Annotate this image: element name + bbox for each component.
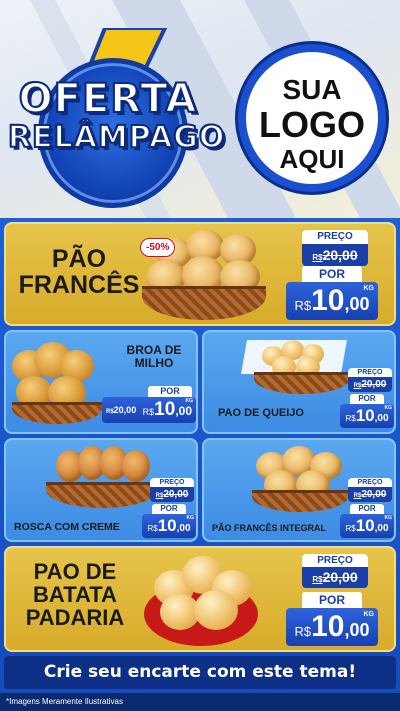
product-title: BROA DE MILHO — [126, 343, 182, 370]
discount-badge: -50% — [140, 238, 176, 257]
unit-label: KG — [384, 405, 393, 411]
header: OFERTA RELÂMPAGO SUA LOGO AQUI — [0, 0, 400, 218]
product-card-pao-de-batata[interactable]: PAO DE BATATA PADARIA PREÇO R$20,00 POR … — [4, 546, 396, 652]
por-label: POR — [350, 504, 384, 514]
offers-area: PÃO FRANCÊS -50% PREÇO R$20,00 POR R$10,… — [0, 218, 400, 711]
logo-text-line: AQUI — [279, 144, 345, 174]
current-price: R$10,00 KG — [142, 514, 196, 538]
logo-placeholder[interactable]: SUA LOGO AQUI — [238, 44, 386, 192]
old-price: R$20,00 — [155, 489, 189, 500]
new-price-box: POR R$10,00 KG — [340, 394, 394, 428]
por-label: POR — [302, 266, 362, 282]
product-card-pao-frances-integral[interactable]: PÃO FRANCÊS INTEGRAL PREÇO R$20,00 POR R… — [202, 438, 396, 542]
old-price: R$20,00 — [312, 569, 358, 585]
product-card-pao-de-queijo[interactable]: PAO DE QUEIJO PREÇO R$20,00 POR R$10,00 … — [202, 330, 396, 434]
old-price-box: PREÇO R$20,00 — [302, 554, 368, 588]
current-price: R$20,00 R$10,00 KG — [102, 397, 196, 423]
product-title: PÃO FRANCÊS — [18, 245, 140, 300]
preco-label: PREÇO — [348, 478, 392, 487]
product-title: PAO DE QUEIJO — [218, 407, 304, 419]
unit-label: KG — [185, 398, 194, 404]
old-price: R$20,00 — [106, 405, 137, 415]
new-price-box: POR R$10,00 KG — [142, 504, 196, 538]
preco-label: PREÇO — [302, 554, 368, 567]
product-card-rosca-com-creme[interactable]: ROSCA COM CREME PREÇO R$20,00 POR R$10,0… — [4, 438, 198, 542]
preco-label: PREÇO — [150, 478, 194, 487]
unit-label: KG — [363, 285, 375, 292]
offer-title: OFERTA — [18, 75, 198, 123]
unit-label: KG — [186, 515, 195, 521]
product-title: PÃO FRANCÊS INTEGRAL — [212, 523, 327, 533]
old-price-box: PREÇO R$20,00 — [348, 368, 392, 392]
old-price: R$20,00 — [353, 379, 387, 390]
unit-label: KG — [363, 611, 375, 618]
old-price: R$20,00 — [353, 489, 387, 500]
current-price: R$10,00 KG — [286, 282, 378, 320]
new-price-box: POR R$10,00 KG — [286, 592, 378, 646]
unit-label: KG — [384, 515, 393, 521]
new-price-box: POR R$20,00 R$10,00 KG — [102, 386, 196, 423]
old-price-box: PREÇO R$20,00 — [348, 478, 392, 502]
por-label: POR — [152, 504, 186, 514]
product-title: PAO DE BATATA PADARIA — [25, 559, 125, 631]
offer-subtitle: RELÂMPAGO — [7, 119, 226, 156]
new-price-box: POR R$10,00 KG — [286, 266, 378, 320]
disclaimer-footer: *Imagens Meramente Ilustrativas — [0, 693, 400, 711]
current-price: R$10,00 KG — [340, 514, 394, 538]
old-price: R$20,00 — [312, 247, 358, 263]
current-price: R$10,00 KG — [286, 608, 378, 646]
logo-text-line: LOGO — [259, 104, 365, 145]
old-price-box: PREÇO R$20,00 — [302, 230, 368, 266]
por-label: POR — [302, 592, 362, 608]
cta-banner[interactable]: Crie seu encarte com este tema! — [4, 656, 396, 689]
preco-label: PREÇO — [348, 368, 392, 377]
new-price-box: POR R$10,00 KG — [340, 504, 394, 538]
preco-label: PREÇO — [302, 230, 368, 244]
current-price: R$10,00 KG — [340, 404, 394, 428]
logo-text-line: SUA — [282, 74, 342, 105]
product-card-pao-frances[interactable]: PÃO FRANCÊS -50% PREÇO R$20,00 POR R$10,… — [4, 222, 396, 326]
product-card-broa-de-milho[interactable]: BROA DE MILHO POR R$20,00 R$10,00 KG — [4, 330, 198, 434]
product-title: ROSCA COM CREME — [14, 521, 120, 533]
por-label: POR — [350, 394, 384, 404]
old-price-box: PREÇO R$20,00 — [150, 478, 194, 502]
